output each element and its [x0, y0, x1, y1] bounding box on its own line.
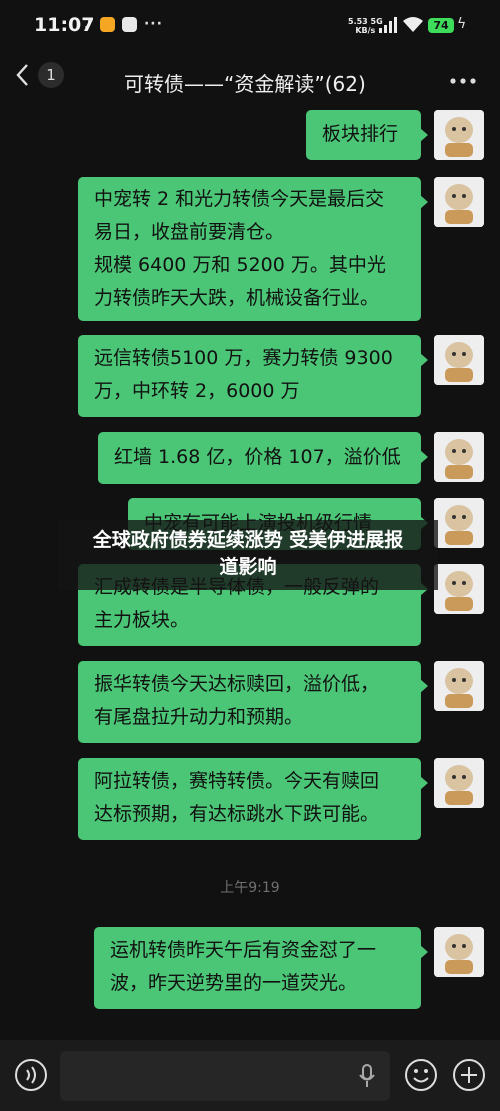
message-bubble[interactable]: 阿拉转债，赛特转债。今天有赎回 达标预期，有达标跳水下跌可能。 [78, 758, 428, 840]
avatar[interactable] [434, 177, 484, 227]
avatar[interactable] [434, 498, 484, 548]
wifi-icon [403, 17, 423, 32]
message-input[interactable] [60, 1051, 390, 1101]
avatar-image [434, 564, 484, 614]
avatar-image [434, 110, 484, 160]
back-arrow-icon [16, 64, 28, 86]
unread-count-badge: 1 [38, 62, 64, 88]
message-text: 红墙 1.68 亿，价格 107，溢价低 [114, 446, 401, 468]
app-notification-icon-2 [121, 16, 137, 32]
message-bubble[interactable]: 红墙 1.68 亿，价格 107，溢价低 [98, 432, 428, 484]
message-text: 运机转债昨天午后有资金怼了一 波，昨天逆势里的一道荧光。 [110, 939, 377, 994]
app-notification-icon [99, 16, 115, 32]
input-bar [0, 1040, 500, 1111]
avatar[interactable] [434, 432, 484, 482]
avatar-image [434, 335, 484, 385]
more-icon[interactable] [448, 68, 478, 94]
status-app-icons: ♪ ··· [84, 16, 163, 32]
more-notifications-icon: ··· [143, 16, 163, 32]
avatar[interactable] [434, 758, 484, 808]
message-bubble[interactable]: 板块排行 [306, 110, 428, 160]
avatar-image [434, 661, 484, 711]
voice-icon[interactable] [14, 1058, 48, 1092]
status-bar: 11:07 ♪ ··· 5.53 5G KB/s 74 ϟ [0, 0, 500, 54]
avatar[interactable] [434, 335, 484, 385]
avatar-image [434, 498, 484, 548]
chat-title: 可转债——“资金解读”(62) [124, 72, 366, 96]
message-text: 中宠转 2 和光力转债今天是最后交 易日，收盘前要清仓。 规模 6400 万和 … [94, 188, 386, 309]
overlay-headline: 全球政府债券延续涨势 受美伊进展报 道影响 [92, 529, 404, 578]
emoji-icon[interactable] [404, 1058, 438, 1092]
plus-icon[interactable] [452, 1058, 486, 1092]
avatar[interactable] [434, 110, 484, 160]
message-bubble[interactable]: 远信转债5100 万，赛力转债 9300 万，中环转 2，6000 万 [78, 335, 428, 417]
mic-icon[interactable] [358, 1064, 376, 1088]
message-bubble[interactable]: 中宠转 2 和光力转债今天是最后交 易日，收盘前要清仓。 规模 6400 万和 … [78, 177, 428, 321]
charging-icon: ϟ [457, 16, 467, 32]
chat-header: 1 可转债——“资金解读”(62) [0, 54, 500, 108]
message-text: 振华转债今天达标赎回，溢价低， 有尾盘拉升动力和预期。 [94, 673, 380, 728]
avatar-image [434, 177, 484, 227]
avatar-image [434, 758, 484, 808]
back-button[interactable]: 1 [14, 62, 64, 88]
signal-icon [379, 17, 397, 33]
avatar[interactable] [434, 927, 484, 977]
battery-indicator: 74 [428, 18, 454, 33]
message-text: 阿拉转债，赛特转债。今天有赎回 达标预期，有达标跳水下跌可能。 [94, 770, 380, 825]
avatar-image [434, 432, 484, 482]
avatar-image [434, 927, 484, 977]
avatar[interactable] [434, 564, 484, 614]
message-bubble[interactable]: 运机转债昨天午后有资金怼了一 波，昨天逆势里的一道荧光。 [94, 927, 428, 1009]
news-overlay-banner: 全球政府债券延续涨势 受美伊进展报 道影响 [58, 520, 438, 590]
avatar[interactable] [434, 661, 484, 711]
message-timestamp: 上午9:19 [220, 880, 280, 896]
message-text: 板块排行 [322, 123, 399, 145]
message-bubble[interactable]: 振华转债今天达标赎回，溢价低， 有尾盘拉升动力和预期。 [78, 661, 428, 743]
tiktok-icon: ♪ [84, 16, 93, 32]
message-text: 远信转债5100 万，赛力转债 9300 万，中环转 2，6000 万 [94, 347, 393, 402]
